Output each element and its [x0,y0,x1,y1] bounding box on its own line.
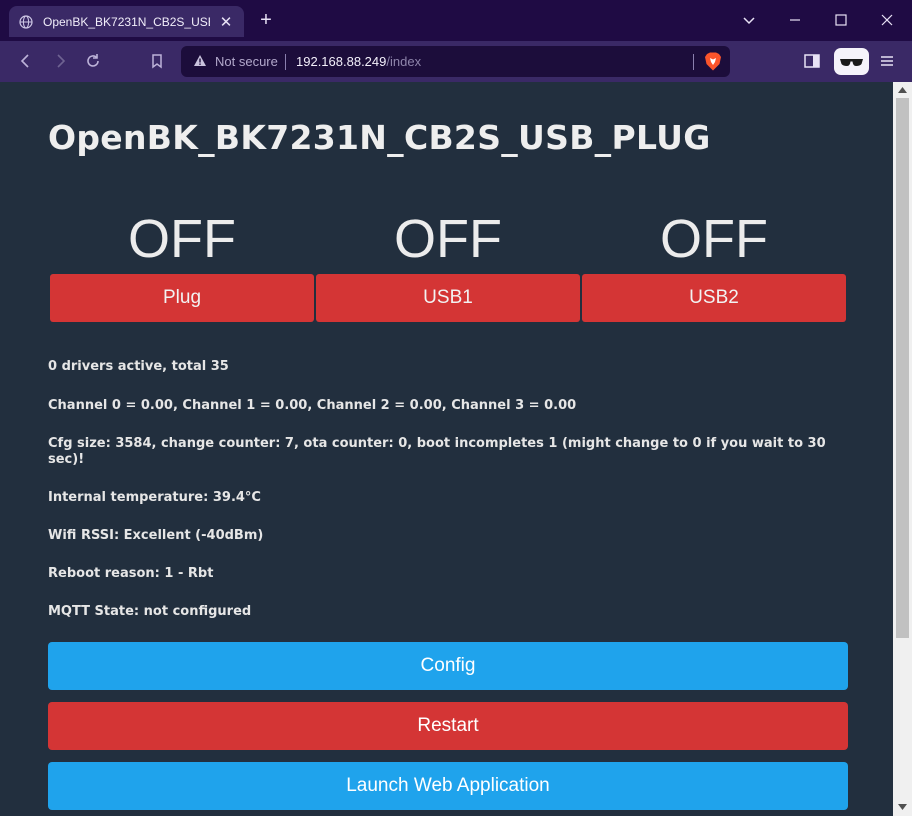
url-host: 192.168.88.249 [296,54,387,69]
globe-icon [19,14,33,29]
page-content: OpenBK_BK7231N_CB2S_USB_PLUG OFF OFF OFF… [0,82,893,816]
temperature-info: Internal temperature: 39.4°C [48,490,261,505]
browser-tab[interactable]: OpenBK_BK7231N_CB2S_USB_PLUG ✕ [9,6,244,37]
back-icon[interactable] [16,51,36,71]
warning-icon[interactable] [193,54,207,68]
browser-titlebar: OpenBK_BK7231N_CB2S_USB_PLUG ✕ + [0,0,912,41]
maximize-icon[interactable] [831,10,851,30]
address-bar[interactable]: Not secure 192.168.88.249/index [181,46,730,77]
channel-state-usb2: OFF [660,209,768,269]
forward-icon[interactable] [50,51,70,71]
close-window-icon[interactable] [877,10,897,30]
minimize-icon[interactable] [785,10,805,30]
config-button[interactable]: Config [48,642,848,690]
mqtt-info: MQTT State: not configured [48,604,252,619]
toggle-usb1-button[interactable]: USB1 [316,274,580,322]
wifi-info: Wifi RSSI: Excellent (-40dBm) [48,528,264,543]
channel-state-plug: OFF [128,209,236,269]
launch-web-app-button[interactable]: Launch Web Application [48,762,848,810]
url-path: /index [386,54,422,69]
tab-title: OpenBK_BK7231N_CB2S_USB_PLUG [43,14,210,29]
url-divider-right [693,54,694,70]
bookmark-icon[interactable] [147,51,167,71]
scrollbar-thumb[interactable] [896,98,909,638]
tab-search-icon[interactable] [739,10,759,30]
toggle-usb2-button[interactable]: USB2 [582,274,846,322]
channels-info: Channel 0 = 0.00, Channel 1 = 0.00, Chan… [48,398,577,413]
security-label[interactable]: Not secure [215,54,278,69]
reload-icon[interactable] [83,51,103,71]
browser-toolbar: Not secure 192.168.88.249/index [0,41,912,82]
toggle-plug-button[interactable]: Plug [50,274,314,322]
brave-shield-icon[interactable] [704,52,722,71]
channel-state-usb1: OFF [394,209,502,269]
glasses-icon [840,59,863,66]
close-tab-icon[interactable]: ✕ [218,13,234,31]
scroll-down-icon[interactable] [898,804,907,810]
url-text[interactable]: 192.168.88.249/index [296,54,421,69]
restart-button[interactable]: Restart [48,702,848,750]
reboot-info: Reboot reason: 1 - Rbt [48,566,214,581]
scroll-up-icon[interactable] [898,87,907,93]
menu-icon[interactable] [877,51,897,71]
private-window-button[interactable] [834,48,869,75]
cfg-info: Cfg size: 3584, change counter: 7, ota c… [48,436,826,467]
url-divider [285,54,286,70]
new-tab-button[interactable]: + [256,9,276,31]
sidebar-icon[interactable] [802,51,822,71]
drivers-info: 0 drivers active, total 35 [48,359,229,374]
page-title: OpenBK_BK7231N_CB2S_USB_PLUG [48,118,711,157]
page-scrollbar[interactable] [893,82,912,816]
